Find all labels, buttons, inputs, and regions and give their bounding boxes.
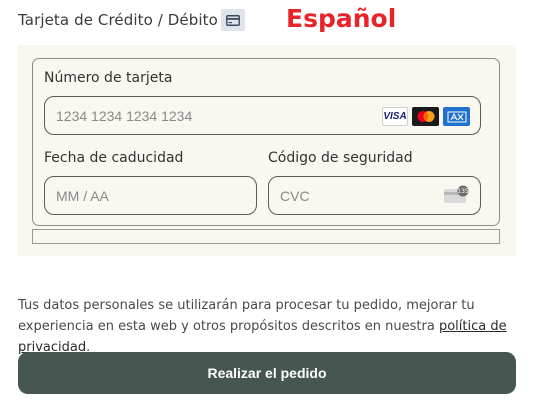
cvc-card-icon: 135 — [443, 185, 471, 205]
language-label: Español — [286, 4, 397, 33]
card-number-label: Número de tarjeta — [44, 70, 173, 86]
card-number-placeholder: 1234 1234 1234 1234 — [56, 107, 193, 124]
place-order-button[interactable]: Realizar el pedido — [18, 352, 516, 394]
cvc-badge-text: 135 — [457, 188, 469, 195]
expiry-label: Fecha de caducidad — [44, 150, 184, 166]
payment-method-header: Tarjeta de Crédito / Débito — [18, 8, 218, 32]
payment-method-title: Tarjeta de Crédito / Débito — [18, 11, 218, 29]
privacy-text: Tus datos personales se utilizarán para … — [18, 298, 475, 334]
privacy-notice: Tus datos personales se utilizarán para … — [18, 295, 518, 358]
credit-card-icon — [221, 9, 245, 31]
cvc-label: Código de seguridad — [268, 150, 413, 166]
payment-panel: Número de tarjeta 1234 1234 1234 1234 VI… — [18, 45, 516, 256]
panel-strip — [32, 229, 500, 244]
expiry-placeholder: MM / AA — [56, 187, 109, 204]
amex-icon — [443, 107, 470, 126]
mastercard-icon — [412, 107, 439, 126]
card-form: Número de tarjeta 1234 1234 1234 1234 VI… — [32, 58, 500, 226]
expiry-input[interactable]: MM / AA — [44, 176, 257, 215]
visa-text: VISA — [383, 111, 407, 122]
cvc-input[interactable]: CVC 135 — [268, 176, 481, 215]
visa-icon: VISA — [382, 107, 408, 126]
cvc-placeholder: CVC — [280, 187, 310, 204]
card-number-input[interactable]: 1234 1234 1234 1234 VISA — [44, 96, 481, 135]
